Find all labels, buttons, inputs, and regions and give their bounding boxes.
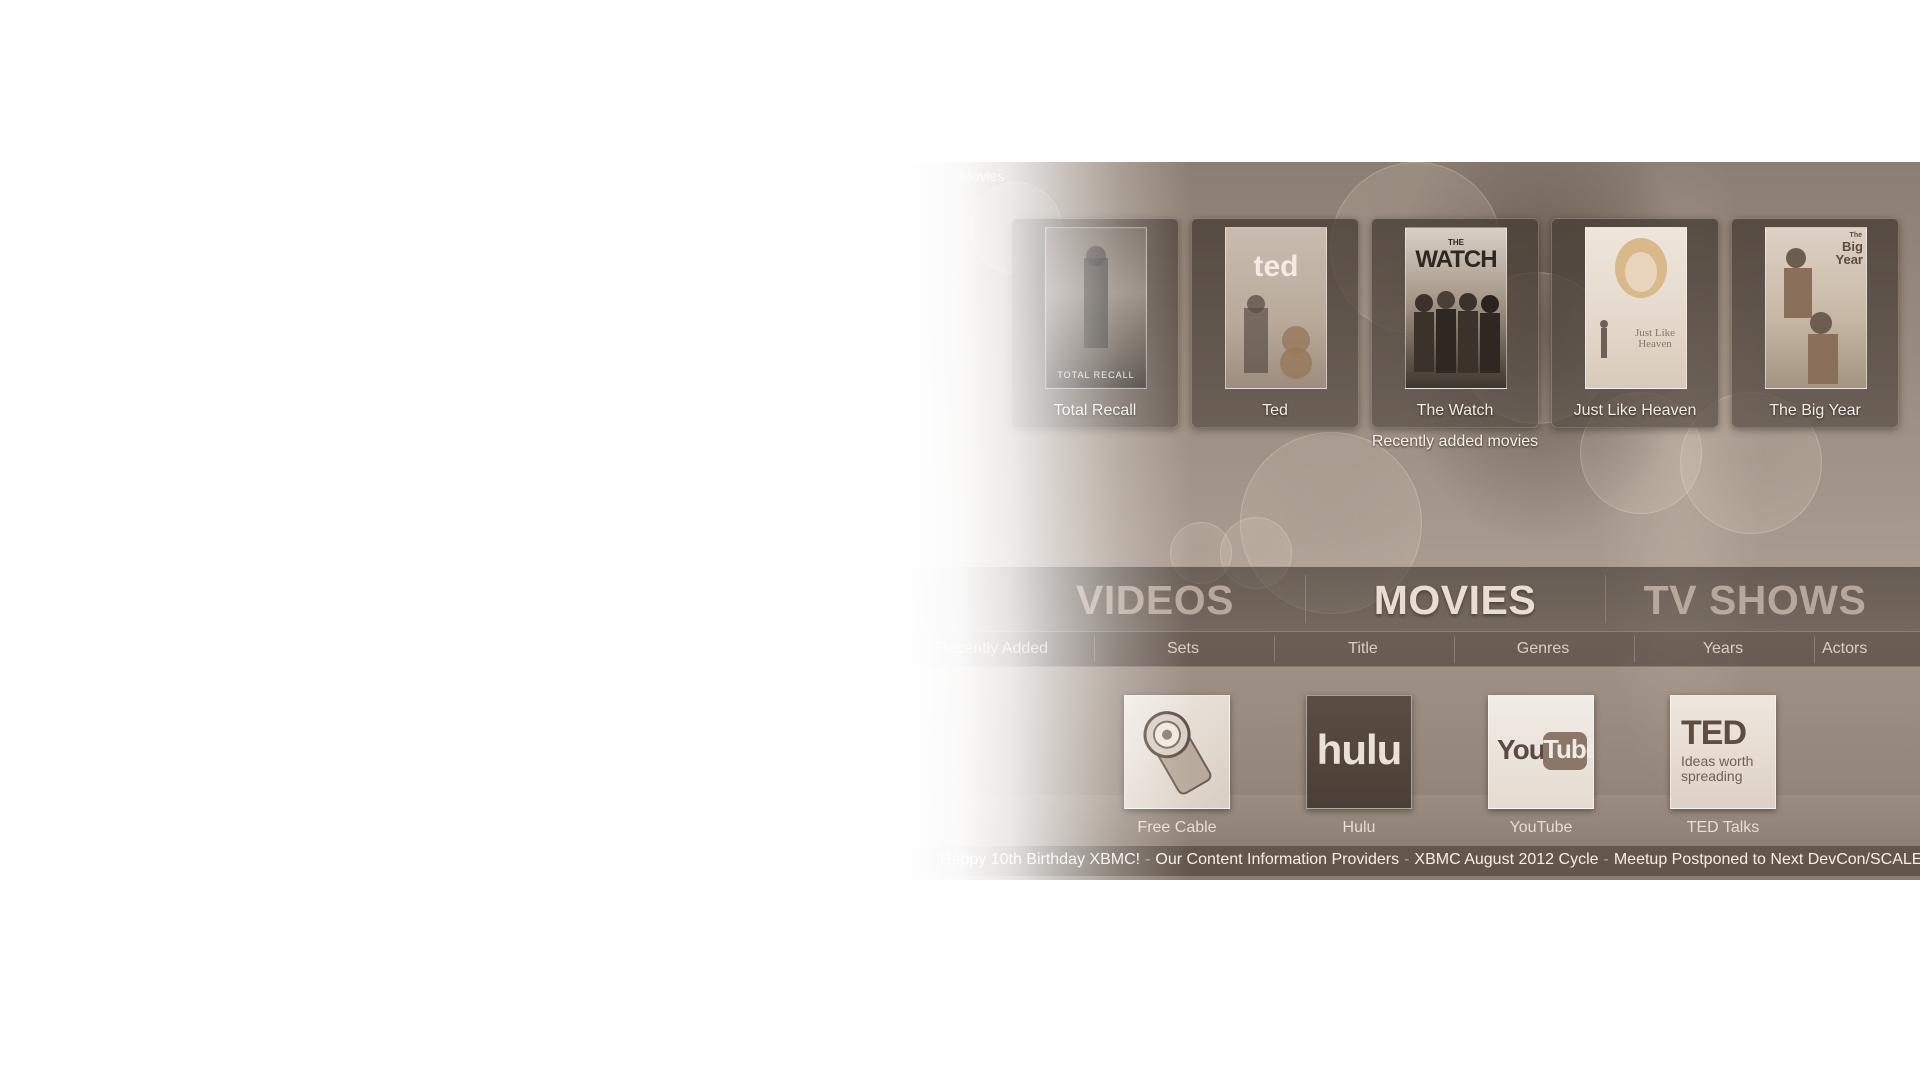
ticker-separator: - bbox=[1404, 851, 1410, 868]
youtube-logo-left: You bbox=[1497, 734, 1546, 765]
poster-art-figure bbox=[1600, 238, 1667, 358]
addon-free-cable[interactable]: Free Cable bbox=[1124, 695, 1230, 837]
poster-caption: Ted bbox=[1262, 402, 1288, 419]
poster-title-text: Big Year bbox=[1835, 239, 1863, 267]
camera-lens-icon bbox=[1143, 711, 1212, 795]
media-center-home: Movies TOTAL RECALL Total Recall ted Ted bbox=[0, 0, 1920, 1080]
menu-item-movies[interactable]: MOVIES bbox=[1305, 577, 1605, 624]
poster-title-text: ted bbox=[1253, 250, 1299, 283]
poster-title-text: Just Like Heaven bbox=[1634, 327, 1676, 350]
poster-ted[interactable]: ted Ted bbox=[1191, 218, 1359, 428]
submenu-item-years[interactable]: Years bbox=[1643, 640, 1803, 658]
ted-tagline: Ideas worth spreading bbox=[1681, 753, 1754, 784]
submenu-divider bbox=[1634, 636, 1635, 662]
poster-image: THE WATCH bbox=[1405, 227, 1507, 389]
poster-title-text: TOTAL RECALL bbox=[1057, 370, 1135, 380]
poster-art-figure bbox=[1046, 228, 1146, 388]
ted-logo: TED bbox=[1681, 714, 1747, 752]
submenu-item-actors[interactable]: Actors bbox=[1822, 640, 1920, 658]
poster-total-recall[interactable]: TOTAL RECALL Total Recall bbox=[1011, 218, 1179, 428]
addon-thumbnail bbox=[1124, 695, 1230, 809]
menu-item-tv-shows[interactable]: TV SHOWS bbox=[1605, 577, 1905, 624]
submenu-item-title[interactable]: Title bbox=[1283, 640, 1443, 658]
submenu-divider bbox=[1094, 636, 1095, 662]
section-title: Movies bbox=[960, 168, 1005, 184]
poster-image: The Big Year bbox=[1765, 227, 1867, 389]
addon-label: Free Cable bbox=[1137, 819, 1217, 836]
ticker-separator: - bbox=[1603, 851, 1609, 868]
ticker-item[interactable]: Meetup Postponed to Next DevCon/SCALE/Li… bbox=[1614, 851, 1920, 868]
submenu-item-sets[interactable]: Sets bbox=[1103, 640, 1263, 658]
poster-title-top: The bbox=[1849, 232, 1862, 239]
addon-ted-talks[interactable]: TED Ideas worth spreading TED Talks bbox=[1670, 695, 1776, 837]
submenu-divider bbox=[1454, 636, 1455, 662]
submenu: Recently Added Sets Title Genres Years A… bbox=[900, 632, 1920, 667]
poster-image: Just Like Heaven bbox=[1585, 227, 1687, 389]
submenu-divider bbox=[1814, 636, 1815, 662]
submenu-item-genres[interactable]: Genres bbox=[1463, 640, 1623, 658]
poster-caption: The Big Year bbox=[1769, 402, 1861, 419]
poster-just-like-heaven[interactable]: Just Like Heaven Just Like Heaven bbox=[1551, 218, 1719, 428]
poster-the-watch[interactable]: THE WATCH The Watch bbox=[1371, 218, 1539, 428]
poster-title-text: WATCH bbox=[1415, 246, 1497, 273]
addon-hulu[interactable]: hulu Hulu bbox=[1306, 695, 1412, 837]
recently-added-label: Recently added movies bbox=[1371, 433, 1539, 450]
addon-thumbnail: hulu bbox=[1306, 695, 1412, 809]
ticker-item[interactable]: Our Content Information Providers bbox=[1155, 851, 1399, 868]
addon-youtube[interactable]: You Tube YouTube bbox=[1488, 695, 1594, 837]
ticker-separator: - bbox=[1145, 851, 1151, 868]
poster-caption: Just Like Heaven bbox=[1573, 402, 1697, 419]
submenu-item-recently-added[interactable]: Recently Added bbox=[912, 640, 1072, 658]
poster-the-big-year[interactable]: The Big Year The Big Year bbox=[1731, 218, 1899, 428]
poster-image: ted bbox=[1225, 227, 1327, 389]
menu-item-videos[interactable]: VIDEOS bbox=[1055, 577, 1255, 624]
addon-thumbnail: You Tube bbox=[1488, 695, 1594, 809]
poster-caption: Total Recall bbox=[1053, 402, 1137, 419]
addon-label: TED Talks bbox=[1686, 819, 1760, 836]
addon-thumbnail: TED Ideas worth spreading bbox=[1670, 695, 1776, 809]
news-ticker: Happy 10th Birthday XBMC! - Our Content In… bbox=[900, 846, 1920, 876]
ticker-item[interactable]: Happy 10th Birthday XBMC! bbox=[940, 851, 1140, 868]
youtube-logo-right: Tube bbox=[1543, 734, 1594, 764]
submenu-divider bbox=[1274, 636, 1275, 662]
addon-label: Hulu bbox=[1342, 819, 1376, 836]
ticker-item[interactable]: XBMC August 2012 Cycle bbox=[1414, 851, 1598, 868]
poster-caption: The Watch bbox=[1416, 402, 1494, 419]
ticker-content: Happy 10th Birthday XBMC! - Our Content In… bbox=[940, 851, 1920, 869]
hulu-logo: hulu bbox=[1316, 726, 1403, 773]
poster-image: TOTAL RECALL bbox=[1045, 227, 1147, 389]
addon-label: YouTube bbox=[1509, 819, 1573, 836]
main-menu: VIDEOS MOVIES TV SHOWS bbox=[900, 566, 1920, 632]
